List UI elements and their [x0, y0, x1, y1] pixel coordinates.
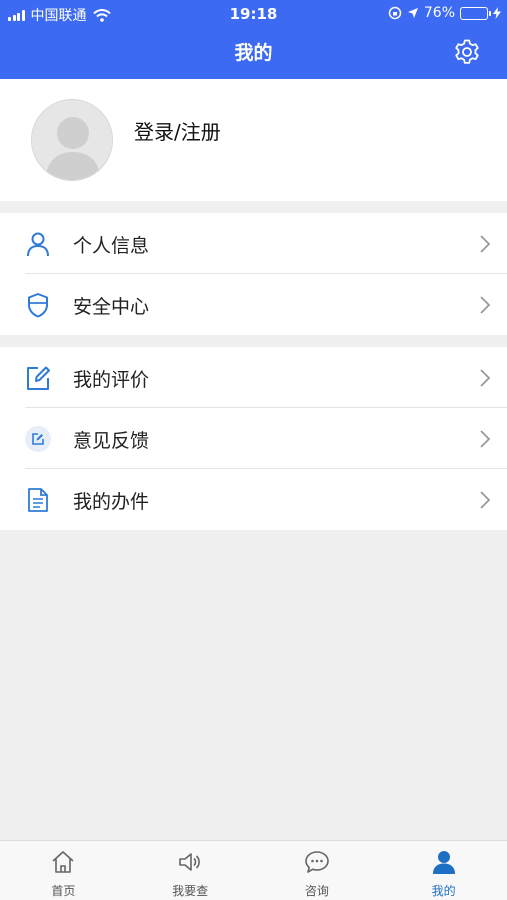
menu-item-feedback[interactable]: 意见反馈	[0, 408, 507, 469]
avatar[interactable]	[31, 99, 113, 181]
chevron-right-icon	[480, 491, 491, 509]
menu-item-my-reviews[interactable]: 我的评价	[0, 347, 507, 408]
tab-home[interactable]: 首页	[0, 841, 127, 900]
feedback-icon	[25, 426, 51, 452]
login-register-link[interactable]: 登录/注册	[134, 116, 221, 145]
tab-label: 我的	[431, 884, 456, 898]
chevron-right-icon	[480, 430, 491, 448]
header-bar: 中国联通 19:18 76% 我的	[0, 0, 507, 79]
tab-label: 我要查	[172, 884, 209, 898]
chevron-right-icon	[480, 369, 491, 387]
charging-icon	[493, 7, 501, 19]
rotation-lock-icon	[388, 6, 402, 20]
person-icon	[432, 851, 455, 874]
menu-item-label: 意见反馈	[73, 430, 150, 452]
user-icon	[27, 232, 49, 257]
shield-icon	[28, 293, 48, 318]
home-icon	[52, 851, 74, 873]
menu-item-my-applications[interactable]: 我的办件	[0, 469, 507, 530]
page-title: 我的	[234, 42, 273, 64]
chevron-right-icon	[480, 296, 491, 314]
menu-item-personal-info[interactable]: 个人信息	[0, 213, 507, 274]
speaker-icon	[179, 853, 201, 871]
tab-label: 咨询	[304, 884, 329, 898]
menu-item-label: 安全中心	[73, 296, 150, 318]
avatar-placeholder-icon	[45, 117, 101, 180]
battery-percent: 76%	[423, 5, 455, 21]
tab-search[interactable]: 我要查	[127, 841, 254, 900]
tab-label: 首页	[51, 884, 76, 898]
chevron-right-icon	[480, 235, 491, 253]
tab-mine[interactable]: 我的	[380, 841, 507, 900]
menu-item-label: 个人信息	[73, 235, 150, 257]
menu-group-services: 我的评价 意见反馈 我的办件	[0, 347, 507, 530]
menu-item-label: 我的办件	[73, 491, 150, 513]
menu-group-account: 个人信息 安全中心	[0, 213, 507, 335]
status-right: 76%	[388, 5, 501, 21]
menu-item-security-center[interactable]: 安全中心	[0, 274, 507, 335]
tab-consult[interactable]: 咨询	[254, 841, 381, 900]
tab-bar: 首页 我要查 咨询 我的	[0, 840, 507, 900]
menu-item-label: 我的评价	[73, 369, 150, 391]
battery-icon	[460, 6, 491, 20]
status-bar: 中国联通 19:18 76%	[0, 0, 507, 28]
document-icon	[28, 488, 48, 512]
chat-icon	[305, 851, 329, 873]
edit-icon	[27, 366, 50, 390]
profile-section[interactable]: 登录/注册	[0, 79, 507, 201]
gear-icon[interactable]	[453, 38, 481, 66]
location-icon	[407, 8, 418, 18]
